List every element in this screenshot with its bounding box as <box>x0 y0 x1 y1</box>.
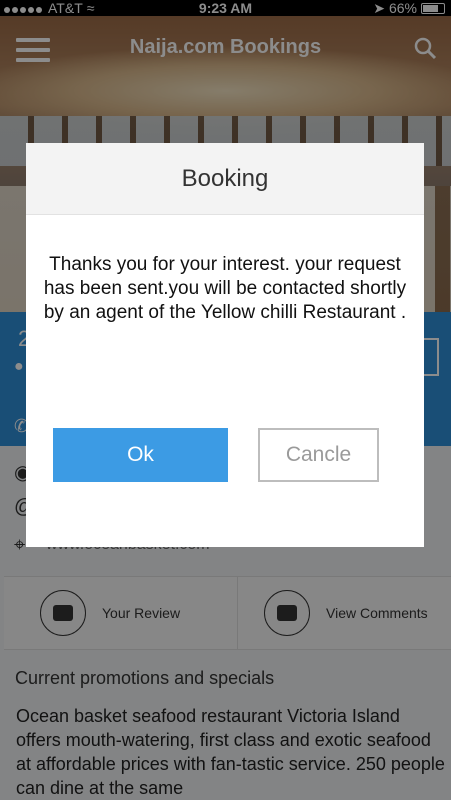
ok-button[interactable]: Ok <box>53 428 228 482</box>
cancel-button[interactable]: Cancle <box>258 428 379 482</box>
dialog-title: Booking <box>26 143 424 215</box>
booking-dialog: Booking Thanks you for your interest. yo… <box>26 143 424 547</box>
dialog-message: Thanks you for your interest. your reque… <box>43 254 407 323</box>
